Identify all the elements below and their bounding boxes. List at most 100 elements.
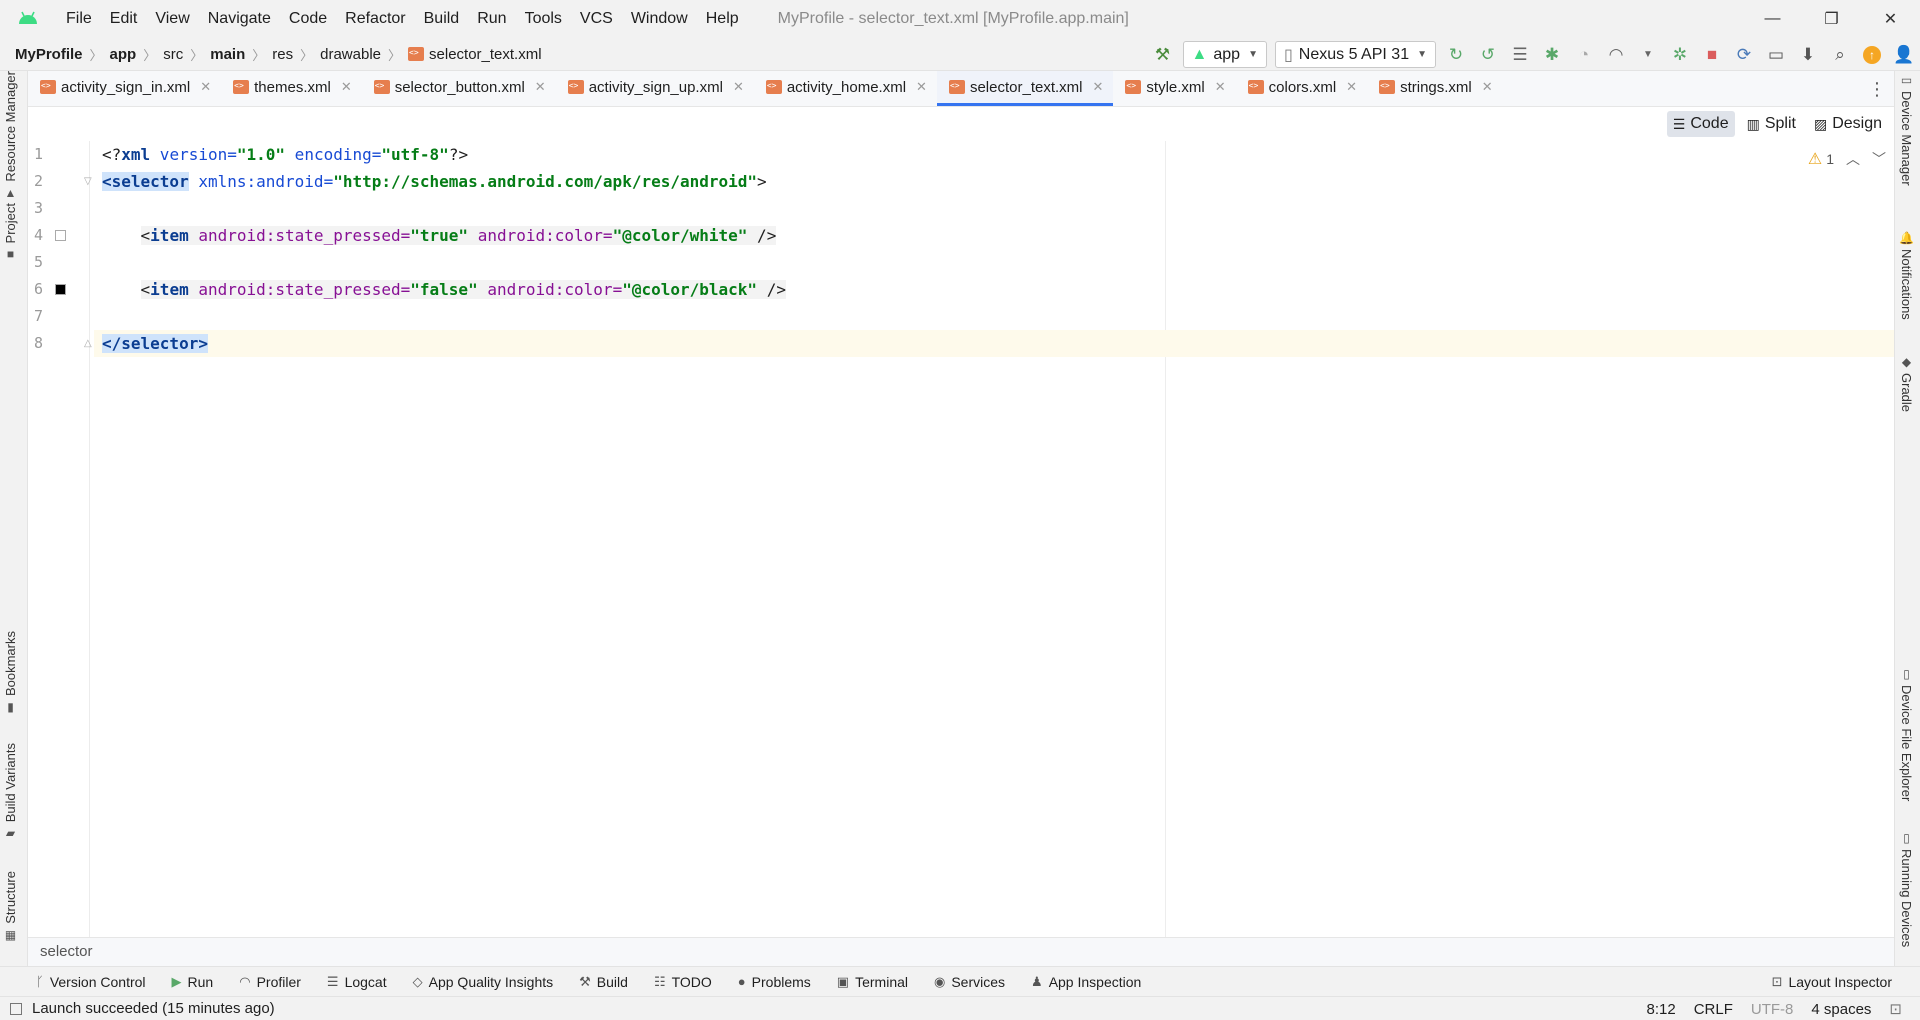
running-devices-tool[interactable]: ▯ Running Devices bbox=[1899, 831, 1914, 947]
close-tab-icon[interactable]: ✕ bbox=[916, 79, 927, 95]
attach-debugger-icon[interactable]: ✲ bbox=[1664, 40, 1696, 70]
menu-edit[interactable]: Edit bbox=[101, 0, 147, 38]
code-area[interactable]: <?xml version="1.0" encoding="utf-8"?> <… bbox=[94, 141, 1894, 937]
menu-vcs[interactable]: VCS bbox=[571, 0, 622, 38]
minimize-button[interactable]: — bbox=[1743, 0, 1802, 38]
menu-build[interactable]: Build bbox=[415, 0, 469, 38]
menu-file[interactable]: File bbox=[57, 0, 101, 38]
close-tab-icon[interactable]: ✕ bbox=[733, 79, 744, 95]
tab-activity-sign-in[interactable]: activity_sign_in.xml ✕ bbox=[28, 71, 221, 106]
chevron-down-icon[interactable]: ﹀ bbox=[1872, 149, 1886, 169]
menu-help[interactable]: Help bbox=[697, 0, 748, 38]
user-icon[interactable]: 👤 bbox=[1888, 40, 1920, 70]
caret-position[interactable]: 8:12 bbox=[1647, 1001, 1676, 1018]
sdk-manager-icon[interactable]: ⬇ bbox=[1792, 40, 1824, 70]
services-tool[interactable]: ◉ Services bbox=[934, 974, 1005, 990]
bookmarks-tool[interactable]: Bookmarks ▮ bbox=[3, 631, 18, 714]
build-hammer-icon[interactable]: ⚒ bbox=[1147, 40, 1179, 70]
breadcrumb-file[interactable]: selector_text.xml bbox=[429, 46, 542, 63]
split-mode-button[interactable]: ▥ Split bbox=[1741, 111, 1802, 137]
apply-code-changes-icon[interactable]: ☰ bbox=[1504, 40, 1536, 70]
close-tab-icon[interactable]: ✕ bbox=[341, 79, 352, 95]
close-tab-icon[interactable]: ✕ bbox=[1482, 79, 1493, 95]
file-encoding[interactable]: UTF-8 bbox=[1751, 1001, 1794, 1018]
line-separator[interactable]: CRLF bbox=[1694, 1001, 1733, 1018]
logcat-tool[interactable]: ☰ Logcat bbox=[327, 974, 387, 990]
rerun-icon[interactable]: ↻ bbox=[1440, 40, 1472, 70]
coverage-icon[interactable]: ◠ bbox=[1600, 40, 1632, 70]
tab-strings[interactable]: strings.xml ✕ bbox=[1367, 71, 1503, 106]
todo-tool[interactable]: ☷ TODO bbox=[654, 974, 712, 990]
apply-changes-icon[interactable]: ↺ bbox=[1472, 40, 1504, 70]
structure-breadcrumb[interactable]: selector bbox=[28, 937, 1894, 966]
breadcrumb-project[interactable]: MyProfile bbox=[15, 46, 83, 63]
run-config-dropdown[interactable]: ▲ app ▼ bbox=[1182, 41, 1267, 68]
app-inspection-tool[interactable]: ♟ App Inspection bbox=[1031, 974, 1141, 990]
version-control-tool[interactable]: ᚴ Version Control bbox=[36, 974, 146, 990]
indent-setting[interactable]: 4 spaces bbox=[1811, 1001, 1871, 1018]
menu-tools[interactable]: Tools bbox=[516, 0, 571, 38]
build-tool[interactable]: ⚒ Build bbox=[579, 974, 628, 990]
breadcrumb-res[interactable]: res bbox=[272, 46, 293, 63]
close-tab-icon[interactable]: ✕ bbox=[1215, 79, 1226, 95]
breadcrumb-main[interactable]: main bbox=[210, 46, 245, 63]
build-variants-tool[interactable]: Build Variants ▰ bbox=[3, 743, 18, 840]
tab-colors[interactable]: colors.xml ✕ bbox=[1236, 71, 1367, 106]
menu-refactor[interactable]: Refactor bbox=[336, 0, 414, 38]
tab-activity-home[interactable]: activity_home.xml ✕ bbox=[754, 71, 937, 106]
stop-icon[interactable]: ■ bbox=[1696, 40, 1728, 70]
structure-tool[interactable]: Structure ▦ bbox=[3, 871, 18, 942]
readonly-lock-icon[interactable]: ⊡ bbox=[1889, 1000, 1902, 1018]
device-manager-tool[interactable]: ▭ Device Manager bbox=[1899, 73, 1914, 186]
close-tab-icon[interactable]: ✕ bbox=[1346, 79, 1357, 95]
problems-tool[interactable]: ● Problems bbox=[738, 974, 811, 990]
fold-marker-icon[interactable]: △ bbox=[84, 339, 94, 349]
menu-navigate[interactable]: Navigate bbox=[199, 0, 280, 38]
device-dropdown[interactable]: ▯ Nexus 5 API 31 ▼ bbox=[1274, 41, 1436, 68]
search-icon[interactable]: ⌕ bbox=[1824, 40, 1856, 70]
close-window-button[interactable]: ✕ bbox=[1861, 0, 1920, 38]
color-swatch-black[interactable] bbox=[55, 284, 66, 295]
menu-window[interactable]: Window bbox=[622, 0, 697, 38]
inspections-widget[interactable]: ⚠ 1 ︿ ﹀ bbox=[1808, 149, 1886, 169]
run-tool[interactable]: ▶ Run bbox=[172, 974, 214, 990]
debug-icon[interactable]: ✱ bbox=[1536, 40, 1568, 70]
app-quality-insights-tool[interactable]: ◇ App Quality Insights bbox=[413, 974, 554, 990]
close-tab-icon[interactable]: ✕ bbox=[200, 79, 211, 95]
color-swatch-white[interactable] bbox=[55, 230, 66, 241]
design-mode-button[interactable]: ▨ Design bbox=[1808, 111, 1888, 137]
tab-activity-sign-up[interactable]: activity_sign_up.xml ✕ bbox=[556, 71, 754, 106]
menu-code[interactable]: Code bbox=[280, 0, 336, 38]
resource-manager-tool[interactable]: Resource Manager ▲ bbox=[3, 71, 18, 200]
fold-marker-icon[interactable]: ▽ bbox=[84, 177, 94, 187]
menu-view[interactable]: View bbox=[146, 0, 198, 38]
device-file-explorer-tool[interactable]: ▯ Device File Explorer bbox=[1899, 667, 1914, 801]
layout-inspector-tool[interactable]: ⊡ Layout Inspector bbox=[1772, 967, 1892, 997]
chevron-down-icon[interactable]: ▼ bbox=[1632, 40, 1664, 70]
code-mode-button[interactable]: ☰ Code bbox=[1666, 111, 1735, 137]
profile-icon[interactable]: ◔ bbox=[1568, 40, 1600, 70]
sync-gradle-icon[interactable]: ⟳ bbox=[1728, 40, 1760, 70]
menu-run[interactable]: Run bbox=[468, 0, 515, 38]
restore-button[interactable]: ❐ bbox=[1802, 0, 1861, 38]
gradle-tool[interactable]: ◆ Gradle bbox=[1899, 355, 1914, 412]
close-tab-icon[interactable]: ✕ bbox=[1093, 79, 1104, 95]
status-message[interactable]: Launch succeeded (15 minutes ago) bbox=[32, 1000, 275, 1017]
device-manager-icon[interactable]: ▭ bbox=[1760, 40, 1792, 70]
project-tool[interactable]: Project ■ bbox=[3, 203, 18, 261]
terminal-tool[interactable]: ▣ Terminal bbox=[837, 974, 908, 990]
tab-selector-button[interactable]: selector_button.xml ✕ bbox=[362, 71, 556, 106]
notifications-tool[interactable]: 🔔 Notifications bbox=[1899, 231, 1914, 320]
close-tab-icon[interactable]: ✕ bbox=[535, 79, 546, 95]
breadcrumb-drawable[interactable]: drawable bbox=[320, 46, 381, 63]
chevron-up-icon[interactable]: ︿ bbox=[1846, 149, 1860, 169]
breadcrumb-src[interactable]: src bbox=[163, 46, 183, 63]
tab-themes[interactable]: themes.xml ✕ bbox=[221, 71, 362, 106]
toggle-tool-windows-icon[interactable] bbox=[10, 1002, 22, 1015]
profiler-tool[interactable]: ◠ Profiler bbox=[239, 974, 301, 990]
more-tabs-icon[interactable]: ⋮ bbox=[1868, 71, 1886, 107]
breadcrumb-module[interactable]: app bbox=[110, 46, 137, 63]
update-icon[interactable]: ↑ bbox=[1856, 40, 1888, 70]
tab-selector-text[interactable]: selector_text.xml ✕ bbox=[936, 71, 1114, 106]
tab-style[interactable]: style.xml ✕ bbox=[1113, 71, 1235, 106]
